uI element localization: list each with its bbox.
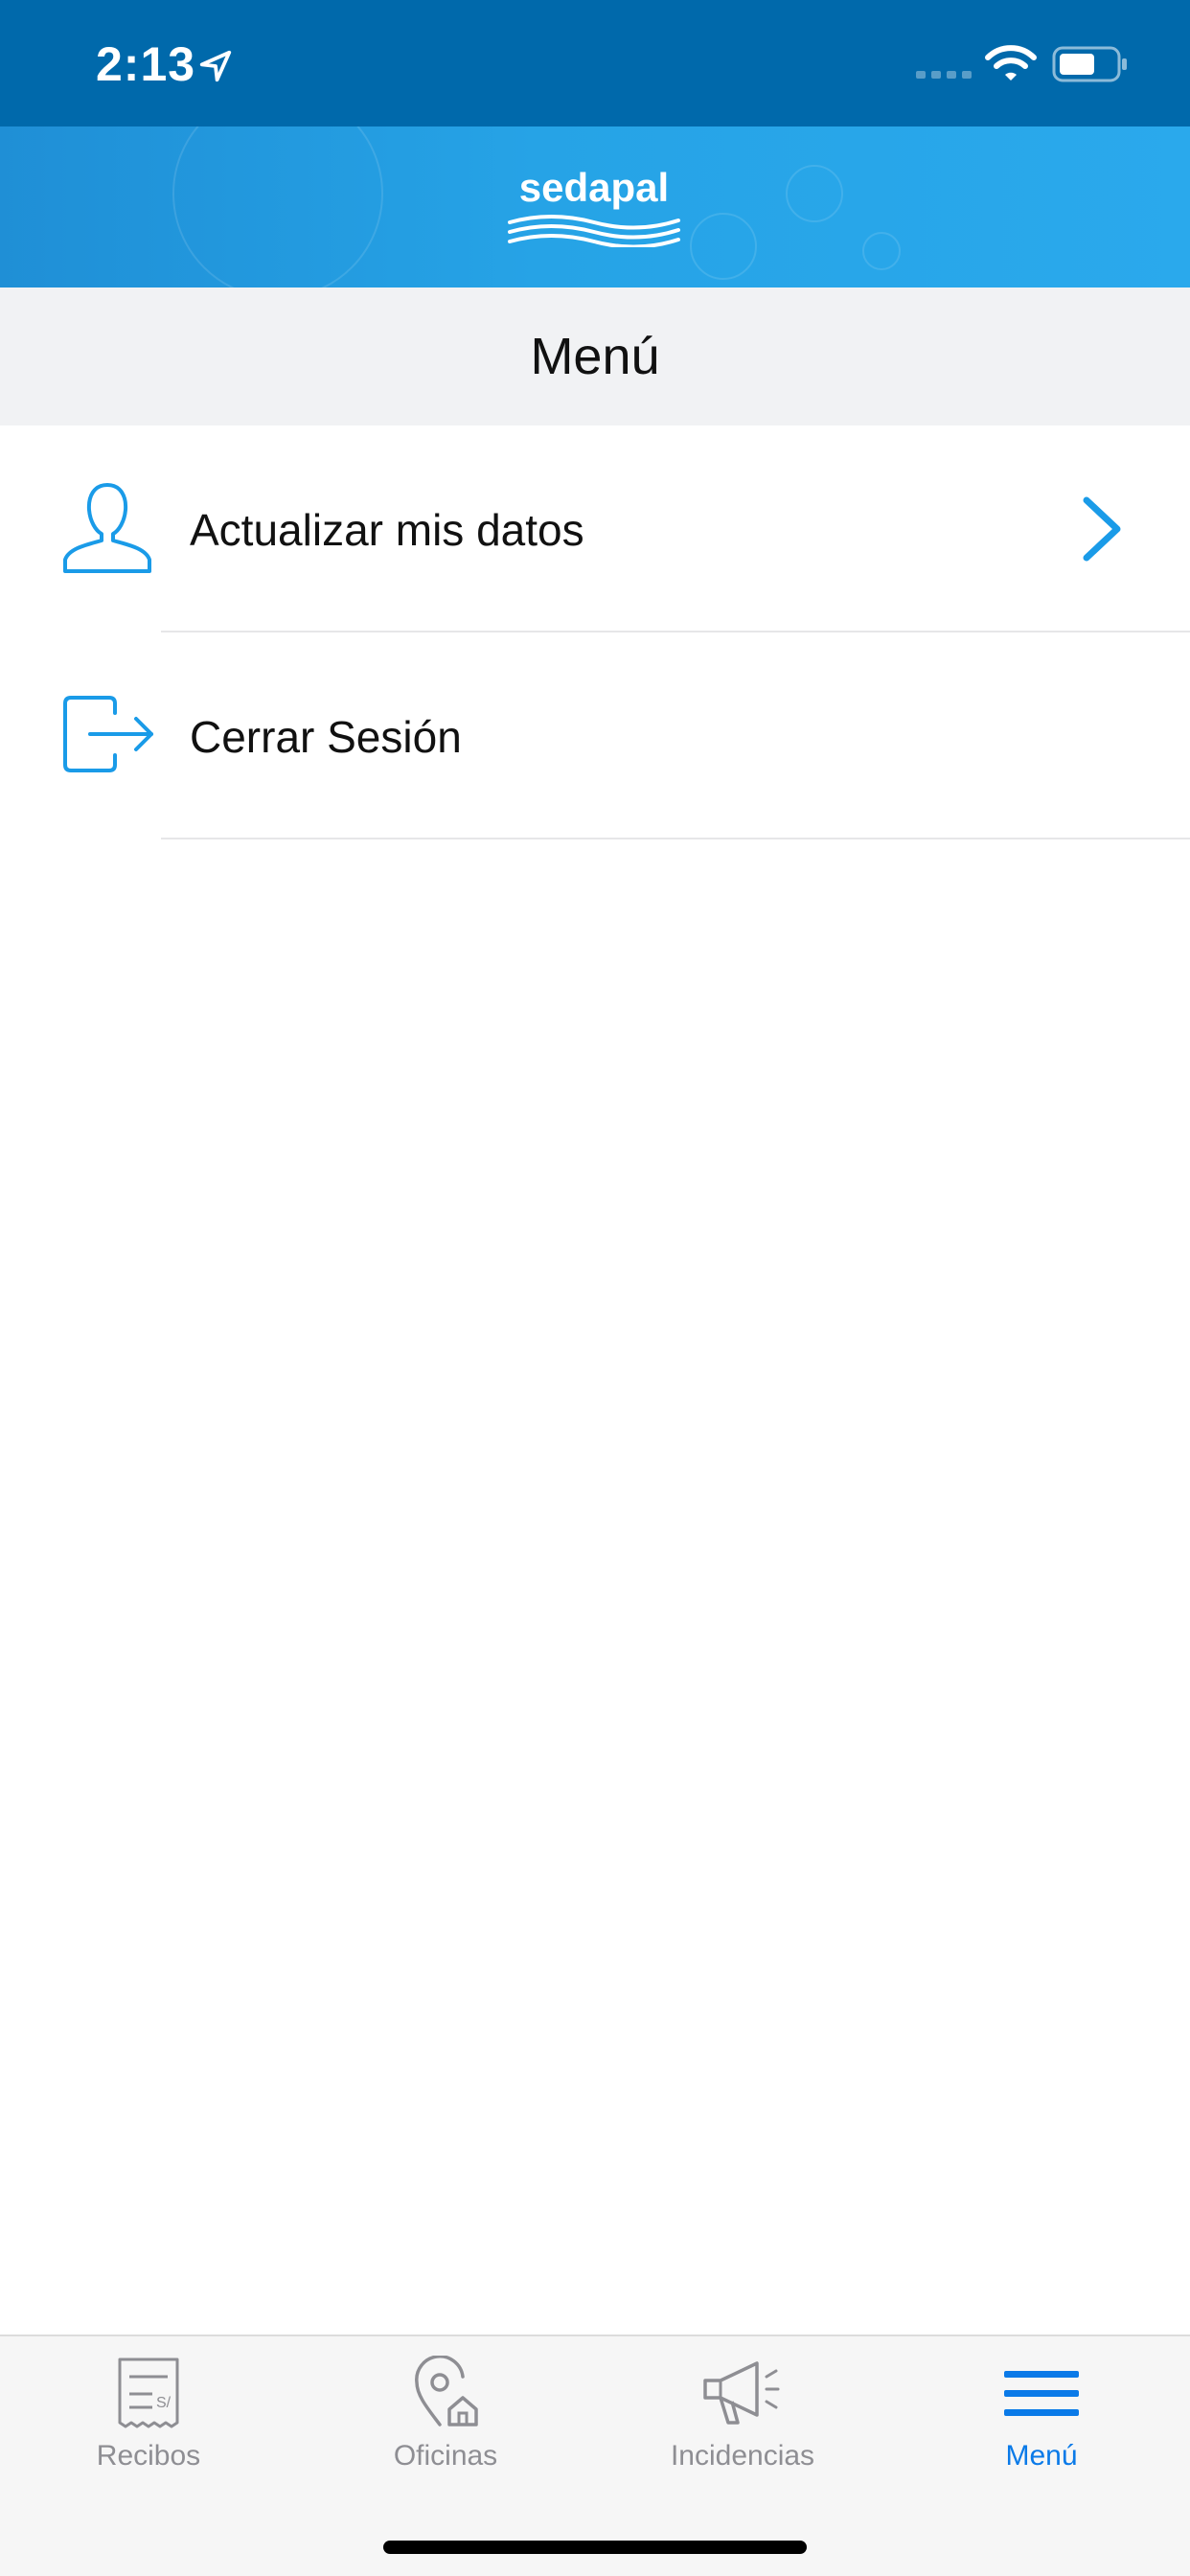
chevron-right-icon — [1083, 496, 1121, 562]
tab-menu[interactable]: Menú — [893, 2356, 1190, 2499]
menu-item-update-data[interactable]: Actualizar mis datos — [0, 426, 1190, 632]
logo-waves-icon — [508, 215, 680, 247]
tab-incidencias[interactable]: Incidencias — [594, 2356, 891, 2499]
hamburger-menu-icon — [1004, 2371, 1079, 2416]
location-arrow-icon — [199, 50, 232, 82]
menu-item-logout[interactable]: Cerrar Sesión — [0, 632, 1190, 840]
receipt-icon: S/ — [118, 2358, 179, 2428]
page-title: Menú — [530, 328, 660, 385]
tab-label: Incidencias — [670, 2440, 815, 2472]
sedapal-logo: sedapal — [498, 165, 690, 253]
wifi-icon — [985, 45, 1037, 80]
tab-label: Recibos — [96, 2440, 201, 2472]
logout-icon — [63, 696, 153, 772]
status-time: 2:13 — [96, 37, 196, 91]
tab-label: Menú — [1005, 2440, 1078, 2472]
menu-item-label: Actualizar mis datos — [190, 505, 584, 555]
user-outline-icon — [63, 483, 151, 573]
logo-text: sedapal — [518, 165, 670, 210]
tab-label: Oficinas — [393, 2440, 498, 2472]
menu-item-label: Cerrar Sesión — [190, 712, 462, 762]
megaphone-icon — [703, 2361, 780, 2425]
tab-recibos[interactable]: S/ Recibos — [0, 2356, 297, 2499]
tab-oficinas[interactable]: Oficinas — [297, 2356, 594, 2499]
navigation-title-bar: Menú — [0, 288, 1190, 426]
header-banner: sedapal — [0, 126, 1190, 288]
cellular-signal-icon — [916, 71, 972, 79]
svg-text:S/: S/ — [156, 2395, 172, 2411]
home-indicator[interactable] — [383, 2541, 807, 2554]
divider — [161, 838, 1190, 840]
status-bar: 2:13 — [0, 0, 1190, 126]
battery-icon — [1052, 46, 1127, 82]
menu-list: Actualizar mis datos Cerrar Sesión — [0, 426, 1190, 840]
office-location-icon — [415, 2356, 478, 2426]
